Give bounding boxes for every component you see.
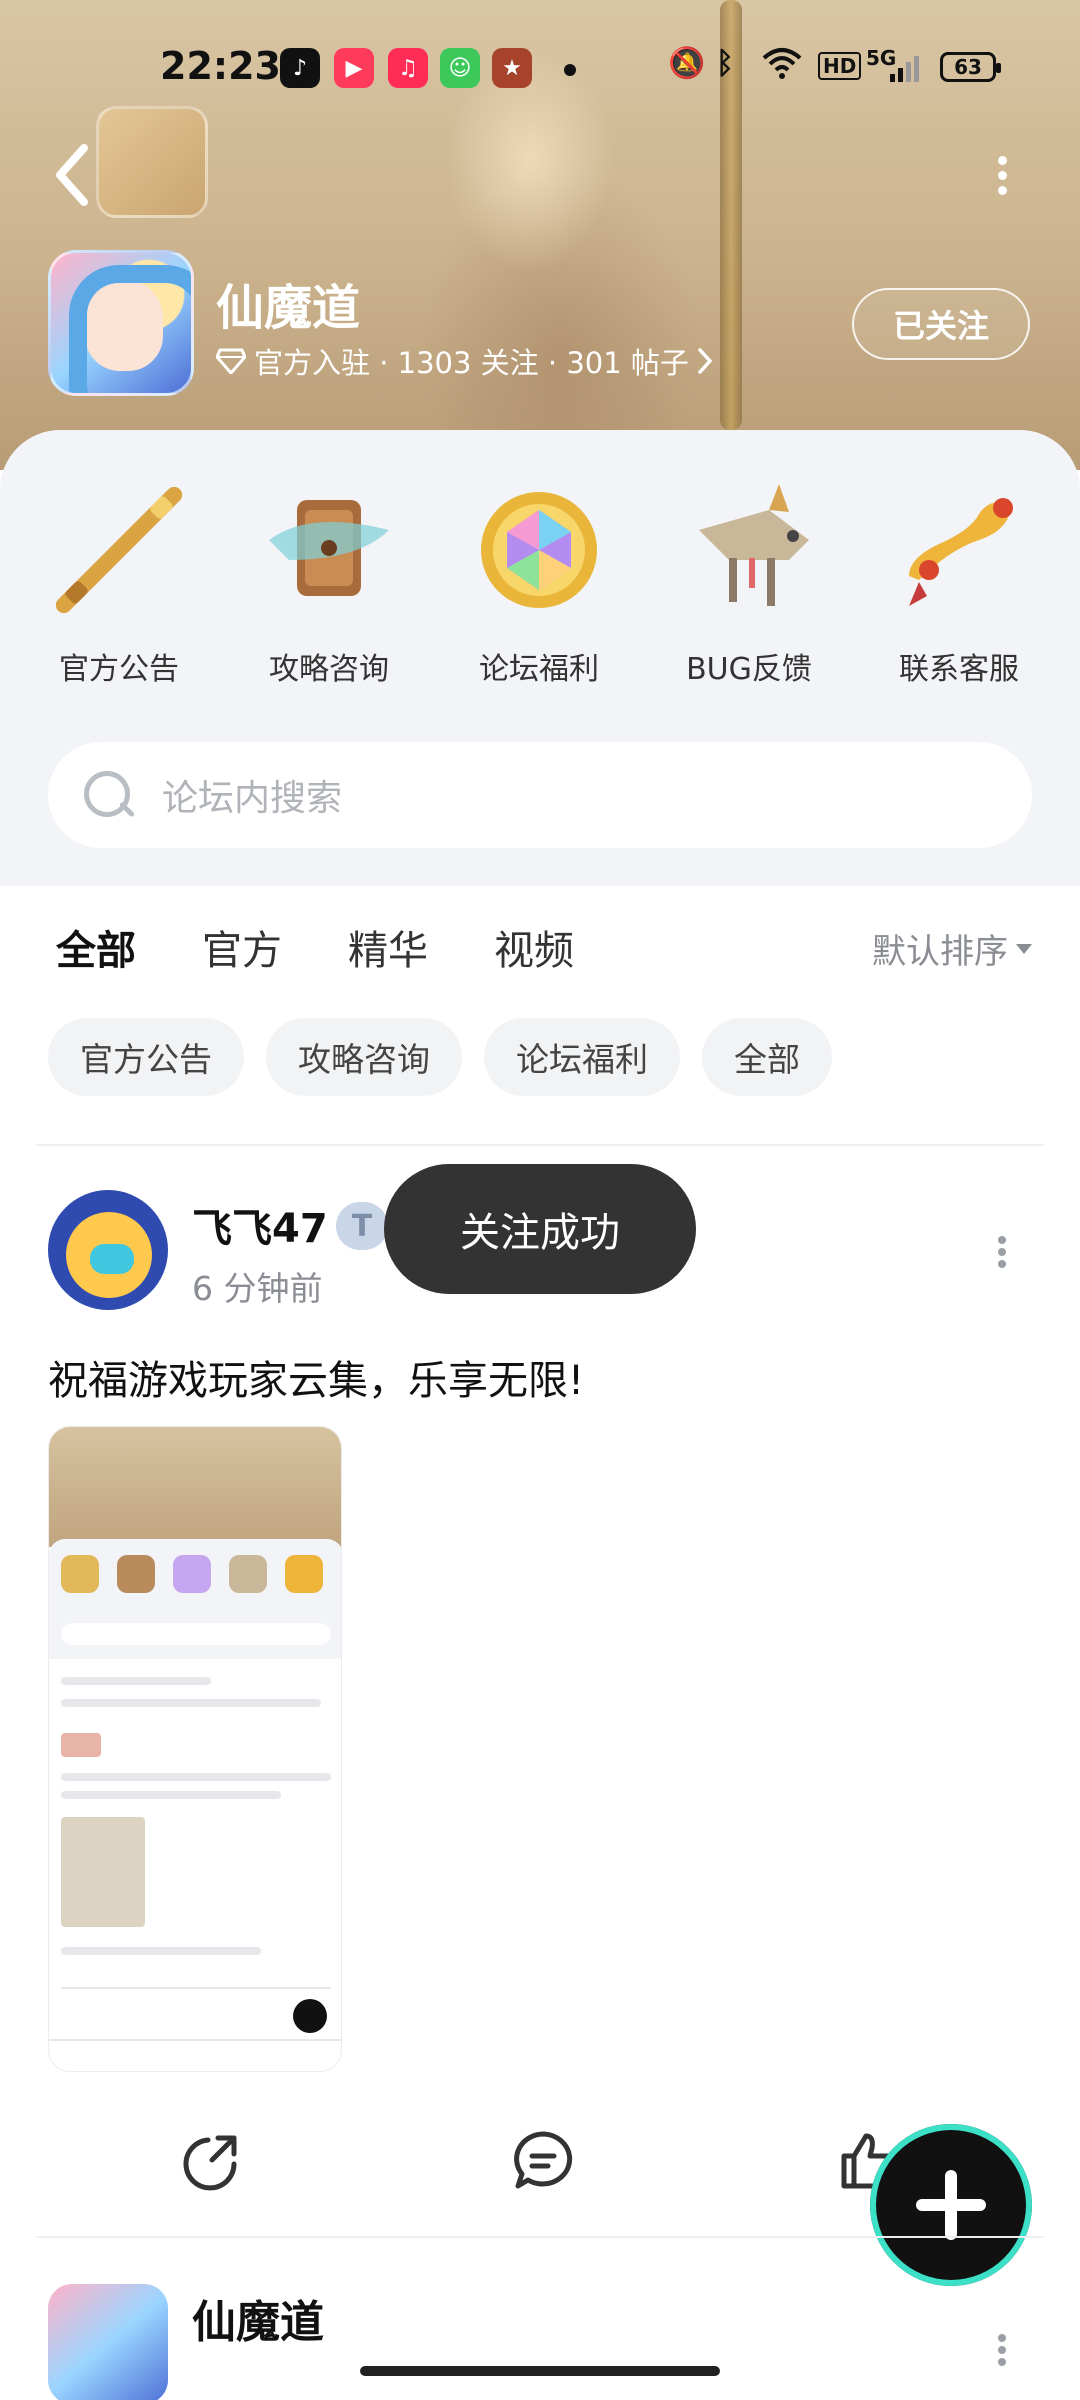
next-post-author[interactable]: 仙魔道	[192, 2286, 324, 2350]
sort-dropdown[interactable]: 默认排序	[872, 924, 1032, 973]
chip-all[interactable]: 全部	[702, 1018, 832, 1096]
chip-welfare[interactable]: 论坛福利	[484, 1018, 680, 1096]
filter-chips: 官方公告 攻略咨询 论坛福利 全部	[48, 1018, 832, 1096]
post-text: 祝福游戏玩家云集，乐享无限!	[48, 1358, 585, 1404]
home-indicator[interactable]	[360, 2366, 720, 2376]
follow-success-toast: 关注成功	[384, 1164, 696, 1294]
post-image-line	[49, 2039, 341, 2041]
game-center-icon: ☺	[440, 48, 480, 88]
post-image-icon	[61, 1555, 99, 1593]
next-post-avatar[interactable]	[48, 2284, 168, 2400]
post-author[interactable]: 飞飞47	[192, 1196, 328, 1254]
caret-down-icon	[1016, 943, 1032, 954]
search-icon	[80, 767, 136, 823]
entry-official-notice[interactable]: 官方公告	[14, 470, 224, 688]
forum-panel: 官方公告 攻略咨询 论坛福利 BUG反馈 联系客服 论坛内搜索	[0, 430, 1080, 886]
post-image-icon	[229, 1555, 267, 1593]
battery-indicator: 63	[940, 52, 1001, 82]
divider	[36, 2236, 1044, 2238]
diamond-icon	[216, 348, 246, 374]
game-title: 仙魔道	[216, 280, 361, 336]
post-more-button[interactable]	[994, 1232, 1010, 1282]
content-tabs: 全部 官方 精华 视频	[56, 918, 640, 982]
share-icon[interactable]	[178, 2128, 244, 2194]
video-app-icon: ▶	[334, 48, 374, 88]
entry-strategy[interactable]: 攻略咨询	[224, 470, 434, 688]
post-image-thumb	[61, 1817, 145, 1927]
back-button[interactable]	[52, 140, 102, 220]
music-app-icon: ♫	[388, 48, 428, 88]
forum-search-input[interactable]: 论坛内搜索	[48, 742, 1032, 848]
notification-dot	[564, 64, 576, 76]
golden-staff-icon	[39, 470, 199, 630]
author-avatar[interactable]	[48, 1190, 168, 1310]
post-image-fab	[293, 1999, 327, 2033]
status-time: 22:23	[160, 44, 281, 88]
mute-icon: 🔕	[668, 46, 706, 81]
next-post-more-button[interactable]	[994, 2330, 1010, 2380]
more-options-button[interactable]	[990, 150, 1014, 210]
post-image-icon	[285, 1555, 323, 1593]
comment-icon[interactable]	[510, 2128, 576, 2194]
game-app-icon: ★	[492, 48, 532, 88]
entry-welfare[interactable]: 论坛福利	[434, 470, 644, 688]
post-image-line	[61, 1987, 331, 1989]
entry-customer-service[interactable]: 联系客服	[854, 470, 1064, 688]
post-image-header	[49, 1427, 341, 1547]
post-image-line	[61, 1677, 211, 1685]
bluetooth-icon: ᛒ	[716, 46, 734, 81]
post-image-avatar	[61, 1733, 101, 1757]
post-image-icon	[117, 1555, 155, 1593]
divider	[36, 1144, 1044, 1146]
entry-bug-report[interactable]: BUG反馈	[644, 470, 854, 688]
post-image-line	[61, 1947, 261, 1955]
game-meta[interactable]: 官方入驻 · 1303 关注 · 301 帖子	[216, 340, 713, 382]
post-image-line	[61, 1791, 281, 1799]
post-image-line	[61, 1699, 321, 1707]
entry-label: 攻略咨询	[269, 652, 389, 687]
chevron-right-icon	[698, 348, 713, 374]
entry-label: 论坛福利	[479, 652, 599, 687]
hd-icon: HD	[818, 52, 862, 80]
tiktok-icon: ♪	[280, 48, 320, 88]
forum-header: 22:23 ♪ ▶ ♫ ☺ ★ 🔕 ᛒ HD 5G 63 仙魔道 官方入驻 · …	[0, 0, 1080, 470]
post-image[interactable]	[48, 1426, 342, 2072]
quick-entries: 官方公告 攻略咨询 论坛福利 BUG反馈 联系客服	[0, 470, 1080, 688]
post-image-search	[61, 1623, 331, 1645]
create-post-button[interactable]	[870, 2124, 1032, 2286]
search-placeholder: 论坛内搜索	[162, 778, 343, 819]
rainbow-gem-icon	[459, 470, 619, 630]
ruyi-scepter-icon	[879, 470, 1039, 630]
tab-video[interactable]: 视频	[494, 918, 574, 976]
tab-featured[interactable]: 精华	[348, 918, 428, 976]
chip-official-notice[interactable]: 官方公告	[48, 1018, 244, 1096]
sort-label: 默认排序	[872, 932, 1008, 972]
entry-label: 官方公告	[59, 652, 179, 687]
verified-badge-icon: T	[336, 1202, 388, 1250]
game-avatar[interactable]	[48, 250, 194, 396]
signal-icon	[890, 54, 924, 90]
entry-label: BUG反馈	[686, 652, 812, 687]
mech-beast-icon	[669, 470, 829, 630]
tab-official[interactable]: 官方	[202, 918, 282, 976]
scroll-icon	[249, 470, 409, 630]
chevron-left-icon	[56, 144, 88, 206]
post-time: 6 分钟前	[192, 1269, 323, 1308]
status-bar: 22:23 ♪ ▶ ♫ ☺ ★ 🔕 ᛒ HD 5G 63	[0, 38, 1080, 98]
character-thumbnail	[96, 106, 208, 218]
post-image-icon	[173, 1555, 211, 1593]
tab-all[interactable]: 全部	[56, 918, 136, 982]
entry-label: 联系客服	[899, 652, 1019, 687]
wifi-icon	[762, 46, 802, 88]
follow-button[interactable]: 已关注	[852, 288, 1030, 360]
post-image-line	[61, 1773, 331, 1781]
game-meta-text: 官方入驻 · 1303 关注 · 301 帖子	[254, 346, 689, 380]
chip-strategy[interactable]: 攻略咨询	[266, 1018, 462, 1096]
